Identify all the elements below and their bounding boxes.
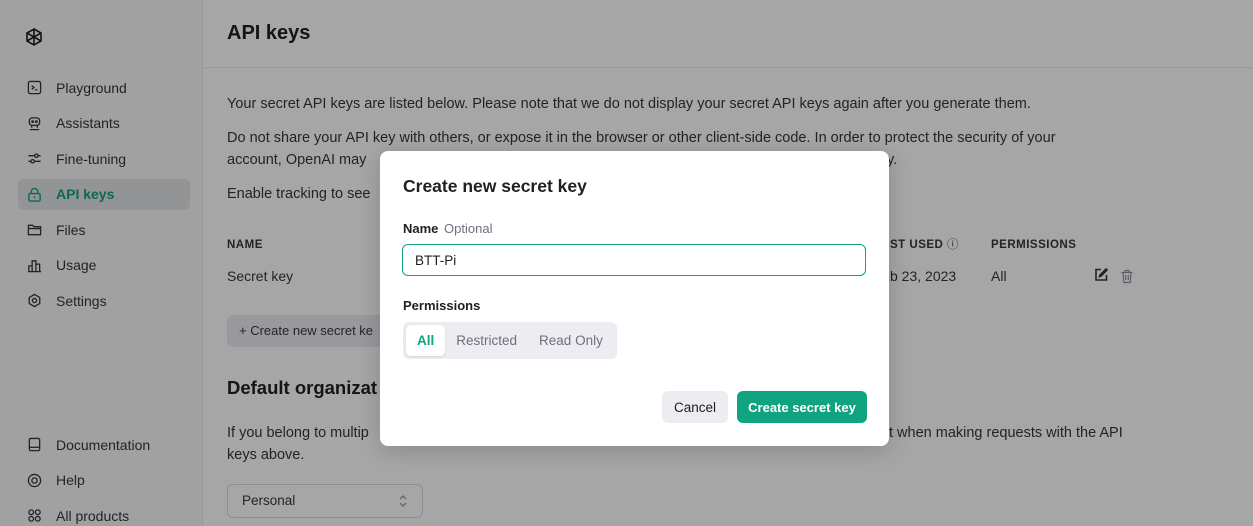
name-label-text: Name <box>403 221 439 236</box>
key-name-input[interactable] <box>402 244 866 276</box>
permission-option-read-only[interactable]: Read Only <box>528 325 614 356</box>
name-optional-text: Optional <box>444 221 493 236</box>
name-field-label: Name Optional <box>403 221 492 236</box>
create-secret-key-button[interactable]: Create secret key <box>737 391 867 423</box>
modal-title: Create new secret key <box>403 176 587 196</box>
permissions-segmented-control: All Restricted Read Only <box>403 322 617 359</box>
permission-option-all[interactable]: All <box>406 325 446 356</box>
permissions-label: Permissions <box>403 298 481 313</box>
create-key-modal: Create new secret key Name Optional Perm… <box>380 151 889 446</box>
permission-option-restricted[interactable]: Restricted <box>445 325 528 356</box>
cancel-button[interactable]: Cancel <box>662 391 728 423</box>
